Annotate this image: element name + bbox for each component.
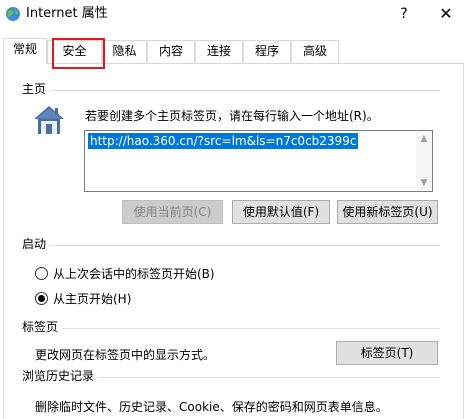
home-page-instruction: 若要创建多个主页标签页，请在每行输入一个地址(R)。 [85, 109, 379, 123]
tab-general[interactable]: 常规 [3, 38, 47, 64]
tabs-group-label: 标签页 [22, 320, 63, 334]
use-default-button[interactable]: 使用默认值(F) [232, 200, 330, 224]
startup-group-divider [22, 245, 440, 246]
startup-last-session-label: 从上次会话中的标签页开始(B) [53, 267, 215, 281]
window-title: Internet 属性 [26, 6, 108, 21]
home-page-url-textarea[interactable]: http://hao.360.cn/?src=lm&ls=n7c0cb2399c… [84, 130, 433, 192]
title-bar[interactable]: Internet 属性 ? ✕ [0, 0, 464, 30]
history-group-label: 浏览历史记录 [22, 369, 99, 383]
tab-security[interactable]: 安全 [47, 40, 102, 63]
startup-last-session-option[interactable]: 从上次会话中的标签页开始(B) [35, 266, 215, 282]
home-group-label: 主页 [22, 82, 51, 96]
scroll-down-icon[interactable]: ▼ [416, 176, 432, 190]
tab-advanced[interactable]: 高级 [291, 40, 339, 63]
internet-options-dialog: Internet 属性 ? ✕ 常规 安全 隐私 内容 连接 程序 高级 主页 … [0, 0, 464, 419]
home-page-url-value: http://hao.360.cn/?src=lm&ls=n7c0cb2399c [88, 133, 359, 149]
help-button[interactable]: ? [392, 3, 416, 25]
tab-content[interactable]: 内容 [147, 40, 195, 63]
tabs-settings-button[interactable]: 标签页(T) [336, 341, 438, 365]
house-icon [34, 106, 64, 134]
tab-privacy[interactable]: 隐私 [102, 40, 147, 63]
tabs-description: 更改网页在标签页中的显示方式。 [35, 348, 216, 362]
startup-home-page-label: 从主页开始(H) [53, 292, 132, 306]
radio-home-page[interactable] [35, 292, 48, 305]
scroll-up-icon[interactable]: ▲ [416, 132, 432, 146]
radio-last-session[interactable] [35, 267, 48, 280]
startup-home-page-option[interactable]: 从主页开始(H) [35, 291, 131, 307]
history-description: 删除临时文件、历史记录、Cookie、保存的密码和网页表单信息。 [35, 400, 388, 414]
use-new-tab-button[interactable]: 使用新标签页(U) [337, 200, 438, 224]
close-button[interactable]: ✕ [434, 3, 458, 25]
tabs-group-divider [22, 328, 440, 329]
tab-programs[interactable]: 程序 [243, 40, 291, 63]
tab-connections[interactable]: 连接 [195, 40, 243, 63]
use-current-button[interactable]: 使用当前页(C) [122, 200, 223, 224]
internet-globe-icon [6, 7, 20, 21]
home-group-divider [22, 90, 440, 91]
startup-group-label: 启动 [22, 237, 51, 251]
url-scrollbar[interactable]: ▲ ▼ [416, 131, 432, 191]
